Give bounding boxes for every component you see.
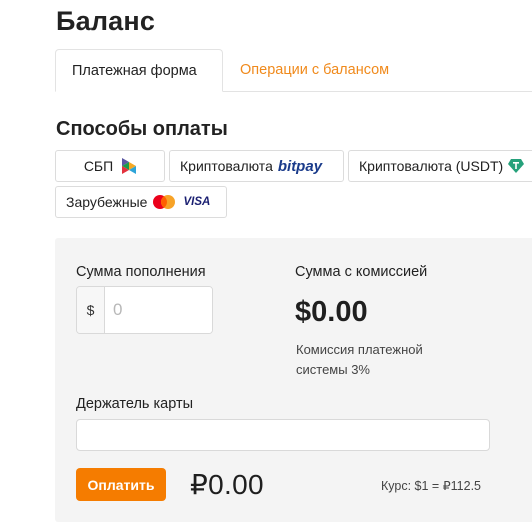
sbp-logo-icon [122, 158, 137, 174]
payment-methods-title: Способы оплаты [56, 118, 228, 140]
page-title: Баланс [56, 6, 156, 36]
exchange-rate: Курс: $1 = ₽112.5 [381, 479, 481, 493]
tab-bar: Платежная форма Операции с балансом [55, 49, 532, 92]
tab-payment-form[interactable]: Платежная форма [55, 49, 223, 92]
amount-label: Сумма пополнения [76, 264, 206, 280]
total-with-fee-value: $0.00 [295, 296, 368, 328]
total-with-fee-label: Сумма с комиссией [295, 264, 428, 280]
fee-note: Комиссия платежной системы 3% [296, 342, 423, 377]
payment-method-label: Криптовалюта [180, 158, 273, 174]
rub-total: ₽0.00 [190, 469, 264, 500]
currency-prefix: $ [77, 287, 105, 333]
tab-balance-operations[interactable]: Операции с балансом [223, 49, 405, 91]
payment-method-label: Зарубежные [66, 194, 148, 210]
payment-method-label: СБП [83, 158, 114, 174]
amount-input[interactable] [105, 287, 212, 333]
payment-method-crypto-usdt[interactable]: Криптовалюта (USDT) [348, 150, 532, 182]
payment-method-label: Криптовалюта (USDT) [359, 158, 504, 174]
payment-method-crypto-bitpay[interactable]: Криптовалюта bitpay [169, 150, 344, 182]
bitpay-logo: bitpay [277, 157, 323, 175]
pay-button[interactable]: Оплатить [76, 468, 166, 501]
card-holder-input[interactable] [76, 419, 490, 451]
visa-logo: VISA [183, 196, 211, 208]
mastercard-icon [151, 194, 177, 210]
payment-method-foreign-cards[interactable]: Зарубежные VISA [55, 186, 227, 218]
amount-input-group: $ [76, 286, 213, 334]
payment-method-sbp[interactable]: СБП [55, 150, 165, 182]
tether-icon [508, 158, 525, 174]
card-holder-label: Держатель карты [76, 396, 194, 412]
